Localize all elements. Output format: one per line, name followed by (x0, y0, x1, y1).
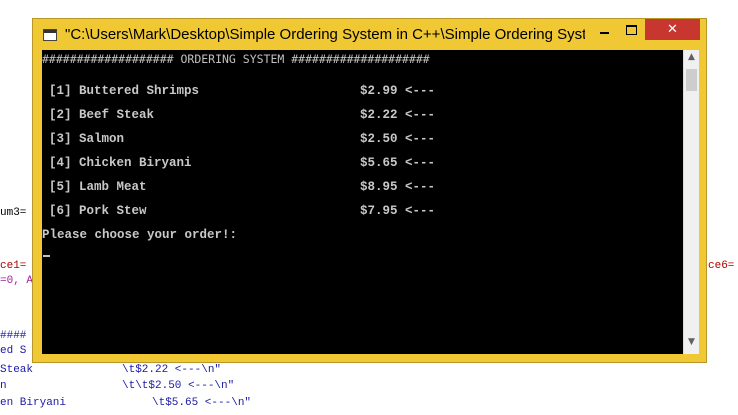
console-header: ################### ORDERING SYSTEM ####… (42, 52, 430, 66)
menu-item-price: $2.50 <--- (360, 132, 436, 146)
scroll-up-arrow-icon[interactable]: ▲ (684, 52, 699, 66)
minimize-button[interactable] (591, 19, 617, 40)
minimize-icon (599, 31, 609, 34)
scroll-down-arrow-icon[interactable]: ▼ (684, 337, 699, 351)
bg-code-um3: um3= (0, 207, 27, 219)
close-button[interactable]: ✕ (645, 19, 700, 40)
order-prompt: Please choose your order!: (42, 228, 238, 242)
menu-item-price: $2.22 <--- (360, 108, 436, 122)
bg-code-zero: =0, A (0, 275, 34, 287)
menu-item-label: [3] Salmon (49, 132, 125, 146)
maximize-button[interactable] (618, 19, 644, 40)
bg-code-ed: ed S (0, 345, 27, 357)
bg-code-ce6: ce6= (708, 260, 735, 272)
bg-code-biryani: en Biryani (0, 397, 67, 409)
vertical-scrollbar[interactable]: ▲ ▼ (683, 50, 699, 354)
menu-item-price: $5.65 <--- (360, 156, 436, 170)
maximize-icon (625, 24, 637, 35)
scroll-thumb[interactable] (686, 69, 697, 91)
bg-code-hashes: #### (0, 330, 27, 342)
menu-item-label: [5] Lamb Meat (49, 180, 147, 194)
console-output[interactable]: ################### ORDERING SYSTEM ####… (42, 50, 683, 354)
menu-item-price: $2.99 <--- (360, 84, 436, 98)
menu-item-label: [4] Chicken Biryani (49, 156, 192, 170)
menu-item-price: $8.95 <--- (360, 180, 436, 194)
console-window[interactable]: "C:\Users\Mark\Desktop\Simple Ordering S… (32, 18, 707, 363)
menu-item-label: [6] Pork Stew (49, 204, 147, 218)
menu-item-price: $7.95 <--- (360, 204, 436, 218)
close-icon: ✕ (667, 22, 678, 37)
bg-code-salmon-string: \t\t$2.50 <---\n" (122, 380, 235, 392)
menu-item-label: [1] Buttered Shrimps (49, 84, 200, 98)
title-bar[interactable]: "C:\Users\Mark\Desktop\Simple Ordering S… (33, 19, 706, 52)
text-cursor (43, 255, 50, 257)
bg-code-n: n (0, 380, 7, 392)
bg-code-steak-string: \t$2.22 <---\n" (122, 364, 222, 376)
window-title: "C:\Users\Mark\Desktop\Simple Ordering S… (65, 26, 585, 43)
menu-item-label: [2] Beef Steak (49, 108, 155, 122)
bg-code-ce1: ce1= (0, 260, 27, 272)
console-app-icon[interactable] (43, 29, 57, 41)
bg-code-biryani-string: \t$5.65 <---\n" (152, 397, 252, 409)
bg-code-steak: Steak (0, 364, 34, 376)
